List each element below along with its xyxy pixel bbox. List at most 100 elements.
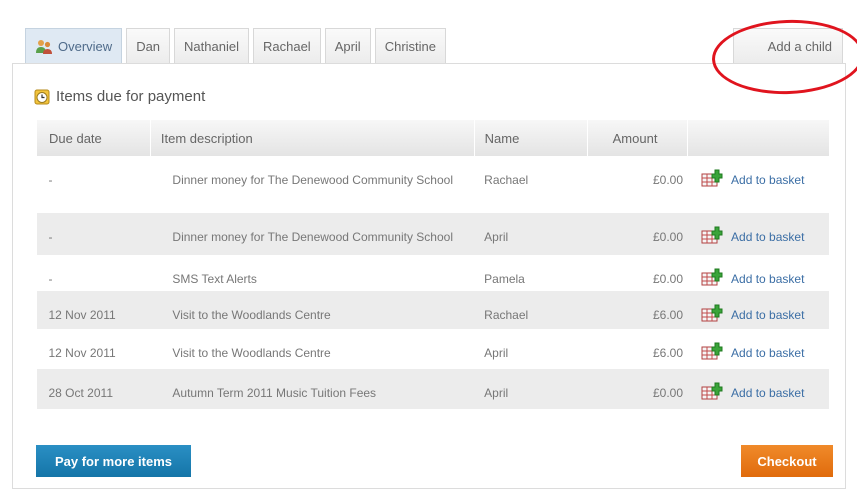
table-row: - Dinner money for The Denewood Communit… (37, 156, 830, 213)
tab-label: Christine (384, 38, 436, 54)
description-text: Autumn Term 2011 Music Tuition Fees (172, 386, 377, 400)
add-to-basket-label: Add to basket (731, 173, 805, 187)
header-due-date: Due date (36, 120, 151, 156)
header-description: Item description (149, 120, 475, 156)
tab-dan[interactable]: Dan (126, 28, 171, 63)
items-table: Due date Item description Name Amount - … (36, 120, 829, 409)
cell-name: Rachael (474, 156, 587, 213)
due-date-text: - (48, 272, 53, 286)
cell-due-date: - (36, 213, 151, 255)
checkout-button-label: Checkout (757, 453, 817, 469)
description-text: Visit to the Woodlands Centre (172, 308, 331, 322)
add-to-basket-link[interactable]: Add to basket (687, 213, 829, 247)
cell-name: April (474, 369, 588, 409)
cell-description: SMS Text Alerts (150, 255, 474, 291)
due-date-text: 12 Nov 2011 (48, 308, 116, 322)
cell-action: Add to basket (687, 369, 829, 409)
add-to-basket-link[interactable]: Add to basket (687, 291, 829, 325)
amount-text: £0.00 (652, 272, 684, 286)
tab-label: Overview (58, 39, 113, 54)
basket-add-icon (701, 268, 723, 286)
description-text: Dinner money for The Denewood Community … (172, 230, 453, 244)
basket-add-icon (701, 342, 723, 360)
cell-description: Visit to the Woodlands Centre (150, 329, 474, 369)
add-to-basket-link[interactable]: Add to basket (687, 369, 829, 403)
cell-amount: £6.00 (587, 329, 687, 369)
due-date-text: 12 Nov 2011 (48, 346, 116, 360)
cell-amount: £0.00 (587, 213, 688, 255)
name-text: April (484, 230, 509, 244)
cell-description: Autumn Term 2011 Music Tuition Fees (150, 369, 475, 409)
basket-add-icon (701, 382, 723, 400)
add-to-basket-label: Add to basket (731, 346, 805, 360)
cell-description: Dinner money for The Denewood Community … (150, 213, 475, 255)
name-text: Pamela (484, 272, 525, 286)
cell-action: Add to basket (687, 291, 829, 329)
cell-action: Add to basket (687, 213, 829, 255)
name-text: Rachael (484, 308, 529, 322)
tab-christine[interactable]: Christine (374, 28, 446, 63)
basket-add-icon (701, 169, 723, 187)
tab-nathaniel[interactable]: Nathaniel (174, 28, 249, 63)
add-to-basket-label: Add to basket (731, 230, 805, 244)
tab-overview[interactable]: Overview (25, 28, 123, 64)
description-text: SMS Text Alerts (172, 272, 257, 286)
add-to-basket-label: Add to basket (731, 272, 805, 286)
cell-name: April (474, 329, 587, 369)
cell-amount: £0.00 (587, 369, 688, 409)
add-to-basket-link[interactable]: Add to basket (687, 329, 829, 363)
cell-due-date: 12 Nov 2011 (36, 291, 151, 329)
header-name: Name (473, 120, 588, 156)
header-action (686, 120, 829, 156)
name-text: Rachael (484, 173, 529, 187)
tab-rachael[interactable]: Rachael (252, 28, 321, 63)
basket-add-icon (701, 226, 723, 244)
tab-label: Rachael (262, 38, 311, 54)
tab-april[interactable]: April (324, 28, 371, 63)
basket-add-icon (701, 304, 723, 322)
name-text: April (484, 346, 509, 360)
section-heading: Items due for payment (34, 88, 205, 105)
cell-action: Add to basket (687, 329, 829, 369)
child-tabs: Overview Dan Nathaniel Rachael April Chr… (25, 28, 450, 64)
tab-label: Nathaniel (184, 38, 239, 54)
amount-text: £0.00 (652, 230, 684, 244)
add-child-label: Add a child (767, 38, 832, 54)
add-to-basket-label: Add to basket (731, 308, 805, 322)
table-header-row: Due date Item description Name Amount (36, 120, 829, 156)
add-to-basket-link[interactable]: Add to basket (687, 255, 829, 289)
description-text: Visit to the Woodlands Centre (172, 346, 331, 360)
table-row: - SMS Text Alerts Pamela £0.00 Add to ba… (37, 255, 830, 291)
description-text: Dinner money for The Denewood Community … (172, 173, 453, 187)
cell-action: Add to basket (687, 255, 829, 291)
tab-label: April (334, 38, 361, 54)
table-row: 12 Nov 2011 Visit to the Woodlands Centr… (37, 329, 830, 369)
amount-text: £0.00 (652, 173, 684, 187)
people-icon (36, 39, 52, 54)
cell-name: Pamela (474, 255, 587, 291)
due-date-text: - (48, 173, 53, 187)
table-row: 12 Nov 2011 Visit to the Woodlands Centr… (36, 291, 829, 329)
table-row: - Dinner money for The Denewood Communit… (36, 213, 829, 255)
cell-amount: £6.00 (587, 291, 688, 329)
add-child-tab[interactable]: Add a child (733, 28, 843, 63)
due-date-text: - (48, 230, 53, 244)
cell-due-date: 12 Nov 2011 (37, 329, 151, 369)
section-title: Items due for payment (56, 88, 206, 105)
pay-button-label: Pay for more items (54, 453, 173, 469)
clock-icon (34, 89, 50, 104)
name-text: April (484, 386, 509, 400)
due-date-text: 28 Oct 2011 (48, 386, 114, 400)
cell-name: April (474, 213, 588, 255)
pay-for-more-items-button[interactable]: Pay for more items (36, 445, 191, 477)
cell-name: Rachael (474, 291, 588, 329)
cell-due-date: - (37, 255, 151, 291)
cell-amount: £0.00 (587, 156, 687, 213)
add-to-basket-link[interactable]: Add to basket (687, 156, 829, 190)
tab-label: Dan (136, 38, 161, 54)
header-amount: Amount (586, 120, 688, 156)
cell-action: Add to basket (687, 156, 829, 213)
checkout-button[interactable]: Checkout (741, 445, 833, 477)
cell-due-date: - (37, 156, 151, 213)
amount-text: £6.00 (652, 308, 684, 322)
